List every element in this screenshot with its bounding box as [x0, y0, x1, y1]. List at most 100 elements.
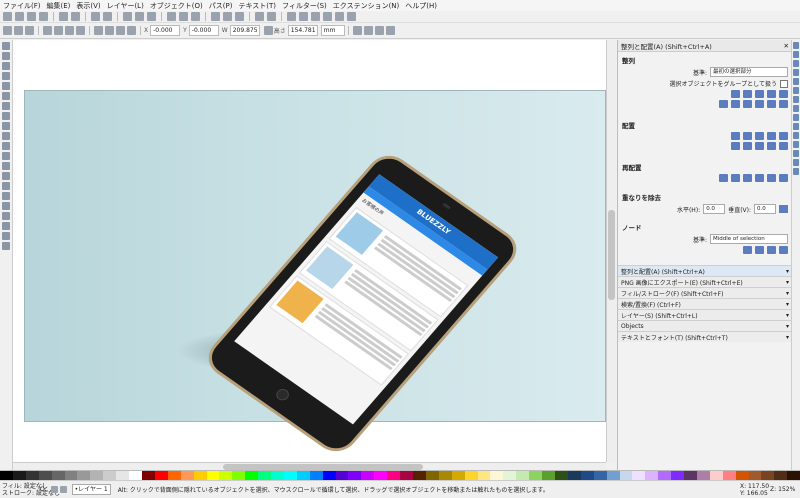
- zoom-page-icon[interactable]: [191, 12, 200, 21]
- raise-icon[interactable]: [105, 26, 114, 35]
- dock-expand-icon[interactable]: ▾: [786, 301, 789, 308]
- connector-tool-icon[interactable]: [2, 242, 10, 250]
- distribute-baseline-icon[interactable]: [779, 132, 788, 140]
- snap-guide-icon[interactable]: [793, 168, 799, 175]
- ungroup-icon[interactable]: [267, 12, 276, 21]
- distribute-top-icon[interactable]: [731, 142, 740, 150]
- export-icon[interactable]: [71, 12, 80, 21]
- menu-view[interactable]: 表示(V): [73, 1, 103, 11]
- dock-item-find[interactable]: 検索/置換(F) (Ctrl+F) ▾: [618, 298, 792, 309]
- redo-icon[interactable]: [103, 12, 112, 21]
- move-patterns-icon[interactable]: [385, 26, 395, 35]
- dock-item-export[interactable]: PNG 画像にエクスポート(E) (Shift+Ctrl+E) ▾: [618, 276, 792, 287]
- rotate-cw-icon[interactable]: [54, 26, 63, 35]
- snap-path-icon[interactable]: [793, 87, 799, 94]
- clone-icon[interactable]: [223, 12, 232, 21]
- x-input[interactable]: -0.000: [150, 25, 181, 36]
- gradient-tool-icon[interactable]: [2, 212, 10, 220]
- snap-bbox-edge-icon[interactable]: [793, 60, 799, 67]
- tweak-tool-icon[interactable]: [2, 62, 10, 70]
- lock-icon[interactable]: [263, 26, 273, 35]
- snap-bbox-corner-icon[interactable]: [793, 69, 799, 76]
- paste-icon[interactable]: [147, 12, 156, 21]
- distribute-vbaseline-icon[interactable]: [779, 142, 788, 150]
- lock-layer-icon[interactable]: [59, 486, 67, 493]
- dock-expand-icon[interactable]: ▾: [786, 312, 789, 319]
- dock-expand-icon[interactable]: ▾: [786, 290, 789, 297]
- distribute-bottom-icon[interactable]: [767, 142, 776, 150]
- raise-top-icon[interactable]: [94, 26, 103, 35]
- duplicate-icon[interactable]: [211, 12, 220, 21]
- unclump-icon[interactable]: [779, 174, 788, 182]
- artwork-background[interactable]: BLUEZZLY お客様の声: [24, 90, 606, 456]
- dock-item-align[interactable]: 整列と配置(A) (Shift+Ctrl+A) ▾: [618, 265, 792, 276]
- import-icon[interactable]: [59, 12, 68, 21]
- box3d-tool-icon[interactable]: [2, 102, 10, 110]
- lower-bottom-icon[interactable]: [127, 26, 136, 35]
- menu-object[interactable]: オブジェクト(O): [147, 1, 206, 11]
- fill-stroke-icon[interactable]: [287, 12, 296, 21]
- exchange-z-icon[interactable]: [743, 174, 752, 182]
- snap-midpoint-icon[interactable]: [793, 123, 799, 130]
- move-gradients-icon[interactable]: [374, 26, 384, 35]
- align-nodes-horizontal-icon[interactable]: [743, 246, 752, 254]
- group-icon[interactable]: [255, 12, 264, 21]
- snap-nodes-icon[interactable]: [793, 78, 799, 85]
- remove-overlaps-icon[interactable]: [779, 205, 788, 213]
- menu-edit[interactable]: 編集(E): [44, 1, 74, 11]
- align-left-icon[interactable]: [743, 90, 752, 98]
- text-font-icon[interactable]: [299, 12, 308, 21]
- layers-icon[interactable]: [311, 12, 320, 21]
- pen-tool-icon[interactable]: [2, 152, 10, 160]
- randomize-icon[interactable]: [767, 174, 776, 182]
- rectangle-tool-icon[interactable]: [2, 92, 10, 100]
- open-file-icon[interactable]: [15, 12, 24, 21]
- node-tool-icon[interactable]: [2, 52, 10, 60]
- menu-extensions[interactable]: エクステンション(N): [330, 1, 403, 11]
- save-icon[interactable]: [27, 12, 36, 21]
- align-top-icon[interactable]: [731, 100, 740, 108]
- unlink-clone-icon[interactable]: [235, 12, 244, 21]
- snap-cusp-icon[interactable]: [793, 105, 799, 112]
- print-icon[interactable]: [39, 12, 48, 21]
- menu-layer[interactable]: レイヤー(L): [104, 1, 147, 11]
- exchange-clockwise-icon[interactable]: [755, 174, 764, 182]
- dock-expand-icon[interactable]: ▾: [786, 323, 789, 330]
- distribute-nodes-vertical-icon[interactable]: [779, 246, 788, 254]
- panel-close-icon[interactable]: ✕: [784, 42, 789, 50]
- unit-select[interactable]: mm: [320, 25, 345, 36]
- align-nodes-vertical-icon[interactable]: [755, 246, 764, 254]
- deselect-icon[interactable]: [25, 26, 34, 35]
- distribute-middle-icon[interactable]: [743, 142, 752, 150]
- distribute-nodes-horizontal-icon[interactable]: [767, 246, 776, 254]
- exchange-positions-icon[interactable]: [731, 174, 740, 182]
- align-top-to-bottom-icon[interactable]: [767, 100, 776, 108]
- spray-tool-icon[interactable]: [2, 182, 10, 190]
- y-input[interactable]: -0.000: [188, 25, 219, 36]
- menu-path[interactable]: パス(P): [206, 1, 236, 11]
- nodes-relative-select[interactable]: Middle of selection: [710, 234, 788, 244]
- zoom-drawing-icon[interactable]: [179, 12, 188, 21]
- align-bottom-icon[interactable]: [755, 100, 764, 108]
- menu-filters[interactable]: フィルター(S): [279, 1, 330, 11]
- mesh-tool-icon[interactable]: [2, 222, 10, 230]
- fill-stroke-indicator[interactable]: フィル: 設定なし ストローク: 設定なし: [0, 483, 60, 497]
- new-document-icon[interactable]: [3, 12, 12, 21]
- flip-vertical-icon[interactable]: [76, 26, 85, 35]
- snap-intersection-icon[interactable]: [793, 96, 799, 103]
- graph-layout-icon[interactable]: [719, 174, 728, 182]
- dock-expand-icon[interactable]: ▾: [786, 279, 789, 286]
- align-right-icon[interactable]: [767, 90, 776, 98]
- zoom-tool-icon[interactable]: [2, 72, 10, 80]
- relative-select[interactable]: 最初の選択部分: [710, 67, 788, 77]
- w-input[interactable]: 209.875: [229, 25, 260, 36]
- star-tool-icon[interactable]: [2, 122, 10, 130]
- v-gap-input[interactable]: 0.0: [754, 204, 776, 214]
- scale-stroke-icon[interactable]: [352, 26, 362, 35]
- distribute-vgaps-icon[interactable]: [755, 142, 764, 150]
- distribute-gaps-icon[interactable]: [755, 132, 764, 140]
- measure-tool-icon[interactable]: [2, 82, 10, 90]
- zoom-selection-icon[interactable]: [167, 12, 176, 21]
- text-tool-icon[interactable]: [2, 172, 10, 180]
- cut-icon[interactable]: [135, 12, 144, 21]
